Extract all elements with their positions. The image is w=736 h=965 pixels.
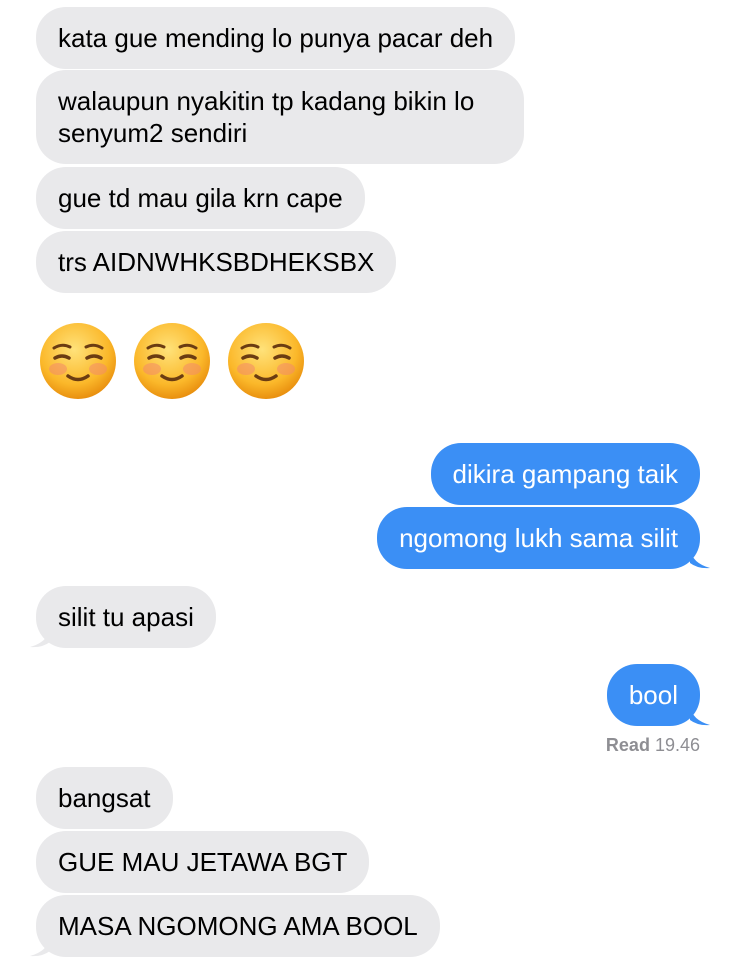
message-bubble-sent[interactable]: bool [606,664,700,726]
message-bubble-received[interactable]: MASA NGOMONG AMA BOOL [36,895,440,957]
read-receipt-label: Read [605,735,650,755]
message-bubble-sent[interactable]: ngomong lukh sama silit [377,507,700,569]
sent-bubble-tail [690,549,710,569]
sent-bubble-tail [690,706,710,726]
emoji-message[interactable] [38,321,306,401]
message-bubble-received[interactable]: trs AIDNWHKSBDHEKSBX [36,231,397,293]
message-bubble-received[interactable]: kata gue mending lo punya pacar deh [36,7,516,69]
read-receipt-time: 19.46 [654,735,700,755]
message-bubble-received[interactable]: GUE MAU JETAWA BGT [36,831,370,893]
smiling-face-emoji-icon [40,323,116,399]
message-bubble-received[interactable]: bangsat [36,767,173,829]
message-bubble-received[interactable]: silit tu apasi [36,586,216,648]
received-bubble-tail [30,628,50,648]
message-bubble-received[interactable]: gue td mau gila krn cape [36,167,365,229]
read-receipt: Read 19.46 [606,735,700,756]
smiling-face-emoji-icon [228,323,304,399]
message-bubble-sent[interactable]: dikira gampang taik [430,443,700,505]
message-bubble-received[interactable]: walaupun nyakitin tp kadang bikin lo sen… [36,70,524,164]
received-bubble-tail [30,937,50,957]
smiling-face-emoji-icon [134,323,210,399]
